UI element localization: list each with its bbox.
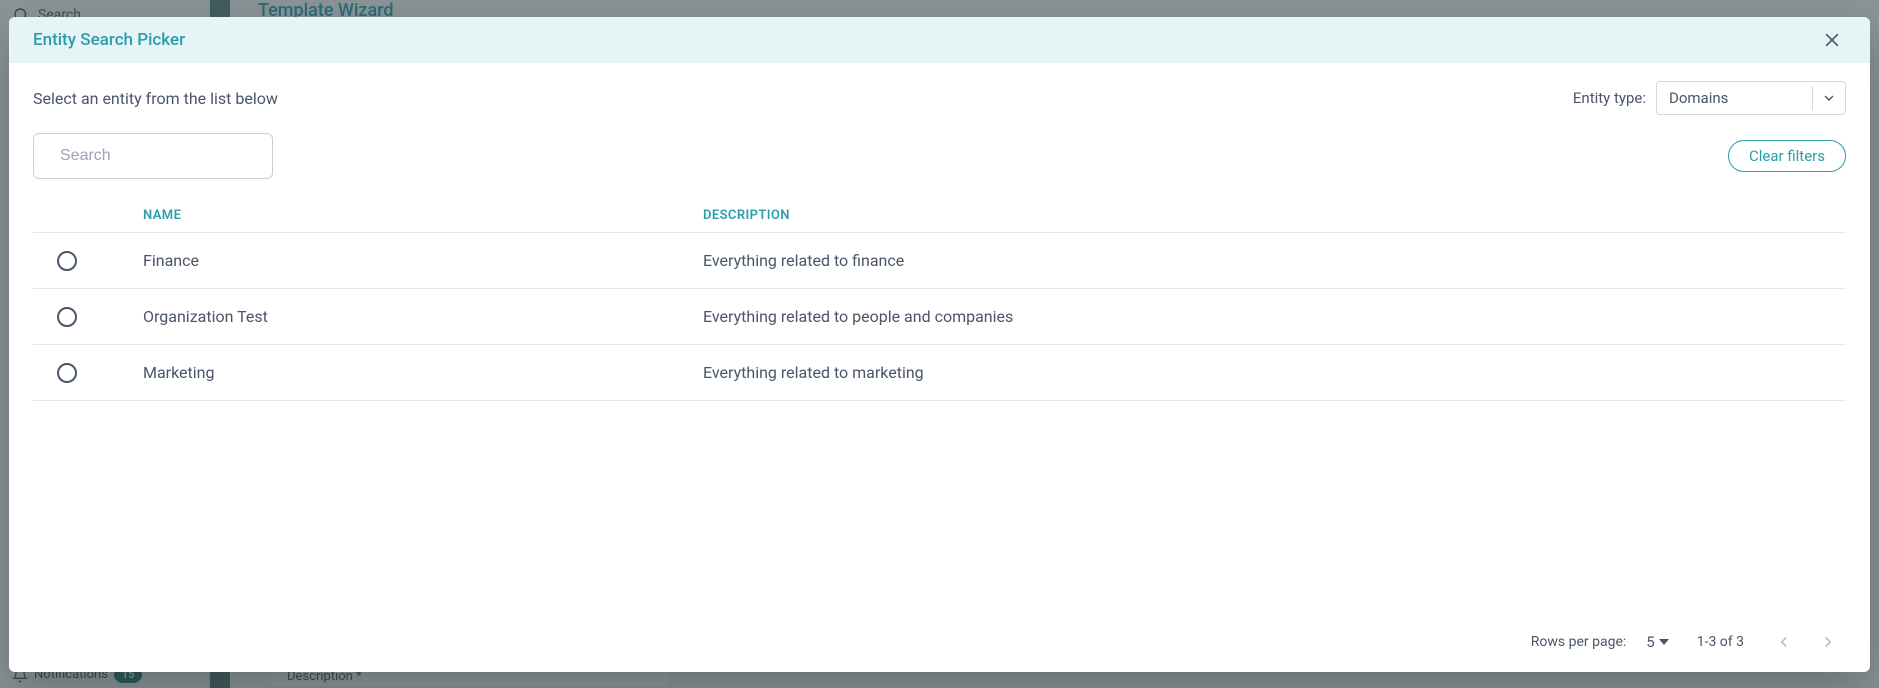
search-input[interactable] — [58, 146, 269, 166]
radio-button[interactable] — [57, 363, 77, 383]
entity-type-group: Entity type: Domains — [1573, 81, 1846, 115]
col-description: DESCRIPTION — [703, 208, 1846, 223]
chevron-right-icon — [1819, 633, 1837, 651]
rows-per-page: Rows per page: 5 — [1531, 633, 1669, 651]
col-name: NAME — [143, 208, 703, 223]
entity-table: NAME DESCRIPTION Finance Everything rela… — [33, 199, 1846, 612]
table-header: NAME DESCRIPTION — [33, 199, 1846, 233]
entity-search-picker-modal: Entity Search Picker Select an entity fr… — [9, 17, 1870, 672]
instruction-text: Select an entity from the list below — [33, 89, 278, 108]
entity-type-label: Entity type: — [1573, 89, 1646, 107]
prev-page-button[interactable] — [1772, 630, 1796, 654]
row-name: Finance — [143, 251, 703, 270]
pagination-footer: Rows per page: 5 1-3 of 3 — [9, 612, 1870, 672]
row-name: Organization Test — [143, 307, 703, 326]
next-page-button[interactable] — [1816, 630, 1840, 654]
entity-type-select[interactable]: Domains — [1656, 81, 1846, 115]
entity-type-value: Domains — [1669, 89, 1728, 107]
radio-button[interactable] — [57, 307, 77, 327]
modal-body: Select an entity from the list below Ent… — [9, 63, 1870, 612]
second-row: Clear filters — [33, 133, 1846, 179]
caret-down-icon — [1659, 637, 1669, 647]
close-button[interactable] — [1818, 26, 1846, 54]
rows-per-page-label: Rows per page: — [1531, 634, 1626, 650]
clear-filters-button[interactable]: Clear filters — [1728, 140, 1846, 172]
modal-header: Entity Search Picker — [9, 17, 1870, 63]
rows-per-page-value: 5 — [1646, 633, 1654, 651]
pagination-nav — [1772, 630, 1840, 654]
modal-title: Entity Search Picker — [33, 30, 185, 50]
table-row[interactable]: Marketing Everything related to marketin… — [33, 345, 1846, 401]
row-description: Everything related to marketing — [703, 363, 1846, 382]
top-row: Select an entity from the list below Ent… — [33, 81, 1846, 115]
radio-button[interactable] — [57, 251, 77, 271]
rows-per-page-select[interactable]: 5 — [1646, 633, 1668, 651]
table-row[interactable]: Organization Test Everything related to … — [33, 289, 1846, 345]
search-box[interactable] — [33, 133, 273, 179]
select-separator — [1812, 86, 1813, 110]
chevron-left-icon — [1775, 633, 1793, 651]
row-name: Marketing — [143, 363, 703, 382]
table-row[interactable]: Finance Everything related to finance — [33, 233, 1846, 289]
row-description: Everything related to people and compani… — [703, 307, 1846, 326]
chevron-down-icon — [1821, 90, 1837, 106]
row-description: Everything related to finance — [703, 251, 1846, 270]
close-icon — [1822, 30, 1842, 50]
range-text: 1-3 of 3 — [1697, 634, 1744, 650]
